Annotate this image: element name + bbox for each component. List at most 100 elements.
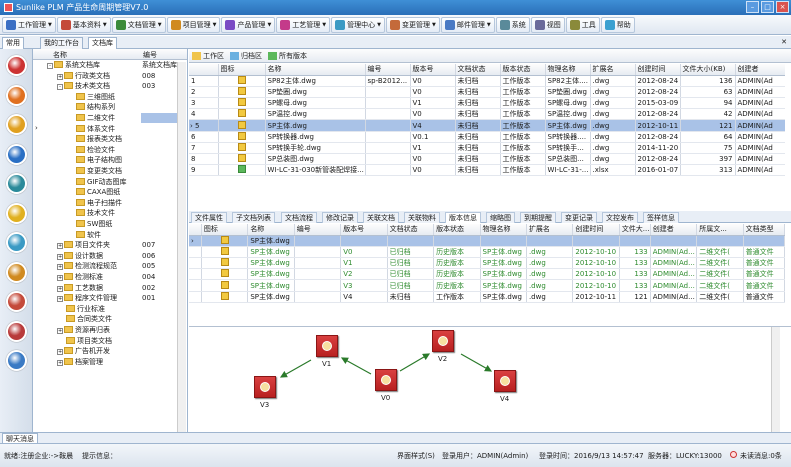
version-node[interactable] [432, 330, 454, 352]
version-node[interactable] [494, 370, 516, 392]
maximize-button[interactable]: □ [761, 1, 774, 13]
expand-toggle-icon[interactable]: + [57, 243, 63, 250]
tree-node[interactable]: + 工艺数据 002 [33, 283, 181, 294]
menu-item-2[interactable]: 文档管理 ▼ [111, 16, 166, 33]
tree-node[interactable]: - 技术类文档 003 [33, 81, 181, 92]
version-node[interactable] [316, 335, 338, 357]
column-header[interactable]: 扩展名 [526, 224, 574, 236]
menu-item-6[interactable]: 管理中心 ▼ [331, 16, 386, 33]
menu-item-3[interactable]: 项目管理 ▼ [166, 16, 221, 33]
menu-item-7[interactable]: 变更管理 ▼ [386, 16, 440, 33]
detail-tab[interactable]: 关联物料 [404, 212, 440, 223]
column-header[interactable]: 版本状态 [500, 64, 546, 76]
table-row[interactable]: 6 SP转换器.dwg V0.1 未归档 工作版本 SP转换器.... .dwg 2012-0… [189, 131, 785, 143]
shortcut-icon[interactable] [6, 84, 27, 106]
tree-node[interactable]: 电子结构图 [33, 155, 181, 166]
tab-doclib[interactable]: 文档库 [88, 37, 117, 49]
detail-tab[interactable]: 文控发布 [602, 212, 638, 223]
table-row[interactable]: 3 SP螺母.dwg V1 未归档 工作版本 SP螺母.dwg .dwg 2015-03-09… [189, 97, 785, 110]
tree-node[interactable]: 项目类文档 [33, 336, 181, 347]
tree-node[interactable]: + 资源再归表 [33, 325, 181, 336]
detail-tab[interactable]: 文件属性 [191, 212, 227, 223]
detail-tab[interactable]: 子文档列表 [232, 212, 275, 223]
tree-node[interactable]: 行业标准 [33, 304, 181, 315]
allversions-button[interactable]: 所有版本 [268, 51, 307, 61]
detail-tab[interactable]: 变更记录 [561, 212, 597, 223]
expand-toggle-icon[interactable]: + [57, 359, 63, 366]
column-header[interactable]: 创建者 [735, 64, 785, 76]
tree-node[interactable]: CAXA图纸 [33, 187, 181, 198]
table-row[interactable]: SP主体.dwg V3 已归档 历史版本 SP主体.dwg .dwg 2012-10-10 1… [189, 279, 785, 292]
detail-tab[interactable]: 文档流程 [281, 212, 317, 223]
tree-node[interactable]: 结构系列 [33, 102, 181, 113]
table-row[interactable]: 4 SP温控.dwg V0 未归档 工作版本 SP温控.dwg .dwg 2012-08-24… [189, 108, 785, 121]
expand-toggle-icon[interactable]: + [57, 296, 63, 303]
column-header[interactable]: 物理名称 [480, 224, 527, 236]
flow-scrollbar[interactable] [771, 327, 780, 432]
table-row[interactable]: 9 WI-LC-31-030新管装配焊接... V0 未归档 工作版本 WI-LC-31-… [189, 164, 785, 177]
table-row[interactable]: 2 SP垫圈.dwg V0 未归档 工作版本 SP垫圈.dwg .dwg 2012-08-24… [189, 86, 785, 99]
table-row[interactable]: SP主体.dwg V0 已归档 历史版本 SP主体.dwg .dwg 2012-10-10 1… [189, 246, 785, 259]
column-header[interactable]: 版本状态 [433, 224, 481, 236]
column-header[interactable]: 图标 [218, 64, 266, 76]
menu-item-10[interactable]: 视图 [530, 16, 565, 33]
table-row[interactable]: › 5 SP主体.dwg V4 未归档 工作版本 SP主体.dwg .dwg 2012-10-… [189, 119, 785, 132]
column-header[interactable]: 扩展名 [590, 64, 636, 76]
expand-toggle-icon[interactable]: + [57, 328, 63, 334]
column-header[interactable]: 创建时间 [635, 64, 681, 76]
tree-node[interactable]: + 项目文件夹 007 [33, 240, 181, 251]
tree-node[interactable]: + 行政类文档 008 [33, 71, 181, 82]
tab-workbench[interactable]: 我的工作台 [40, 37, 83, 49]
expand-toggle-icon[interactable]: + [57, 264, 63, 271]
column-header[interactable]: 物理名称 [545, 64, 591, 76]
tree-node[interactable]: SW图纸 [33, 219, 181, 230]
close-tab-icon[interactable]: ✕ [781, 38, 787, 46]
table-row[interactable]: SP主体.dwg V2 已归档 历史版本 SP主体.dwg .dwg 2012-10-10 1… [189, 268, 785, 281]
column-header[interactable]: 创建时间 [572, 224, 620, 236]
shortcut-icon[interactable] [6, 232, 27, 253]
shortcut-icon[interactable] [6, 173, 27, 194]
column-header[interactable]: 文档状态 [455, 64, 501, 76]
tree-node[interactable]: 软件 [33, 230, 181, 241]
shortcut-icon[interactable] [6, 350, 27, 371]
tree-node[interactable]: 三维图纸 [33, 92, 181, 103]
column-header[interactable]: 版本号 [410, 64, 456, 76]
menu-item-5[interactable]: 工艺管理 ▼ [276, 16, 331, 33]
version-node[interactable] [254, 376, 276, 398]
tree-node[interactable]: + 设计数据 006 [33, 251, 181, 262]
detail-tab[interactable]: 签样信息 [643, 212, 679, 223]
version-node[interactable] [375, 369, 397, 391]
expand-toggle-icon[interactable]: + [57, 253, 63, 260]
expand-toggle-icon[interactable]: - [47, 63, 53, 69]
column-header[interactable]: 文档状态 [387, 224, 435, 236]
tree-node[interactable]: + 档案管理 [33, 357, 181, 368]
tree-node[interactable]: 检验文件 [33, 145, 181, 156]
tree-node[interactable]: 电子扫描件 [33, 198, 181, 209]
tree-scrollbar[interactable] [177, 62, 186, 432]
column-header[interactable]: 编号 [294, 224, 342, 236]
column-header[interactable]: 图标 [201, 224, 249, 236]
tree-node[interactable]: + 检测标准 004 [33, 272, 181, 283]
shortcut-icon[interactable] [6, 202, 27, 224]
close-button[interactable]: × [776, 1, 789, 13]
column-header[interactable]: 文件大小(KB) [680, 64, 736, 76]
column-header[interactable]: 文档类型 [743, 224, 785, 236]
column-header[interactable]: 版本号 [340, 224, 388, 236]
column-header[interactable]: 名称 [265, 64, 366, 76]
column-header[interactable]: 编号 [365, 64, 411, 76]
status-unread[interactable]: 未读消息:0条 [740, 451, 782, 461]
detail-tab[interactable]: 版本信息 [445, 212, 481, 223]
shortcut-icon[interactable] [6, 291, 27, 312]
shortcut-icon[interactable] [6, 114, 27, 135]
table-row[interactable]: SP主体.dwg V1 已归档 历史版本 SP主体.dwg .dwg 2012-10-10 1… [189, 257, 785, 270]
tree-node[interactable]: 合同类文件 [33, 314, 181, 325]
menu-item-4[interactable]: 产品管理 ▼ [221, 16, 276, 33]
tree-node[interactable]: 技术文件 [33, 208, 181, 219]
tree-node[interactable]: + 检测流程规范 005 [33, 261, 181, 272]
column-header[interactable]: 所属文... [696, 224, 744, 236]
tree-node[interactable]: 变更类文档 [33, 166, 181, 177]
tree-node[interactable]: GIF动态图库 [33, 177, 181, 188]
menu-item-11[interactable]: 工具 [565, 16, 600, 33]
column-header[interactable] [189, 64, 219, 76]
tree-node[interactable]: + 广告机开发 [33, 346, 181, 357]
